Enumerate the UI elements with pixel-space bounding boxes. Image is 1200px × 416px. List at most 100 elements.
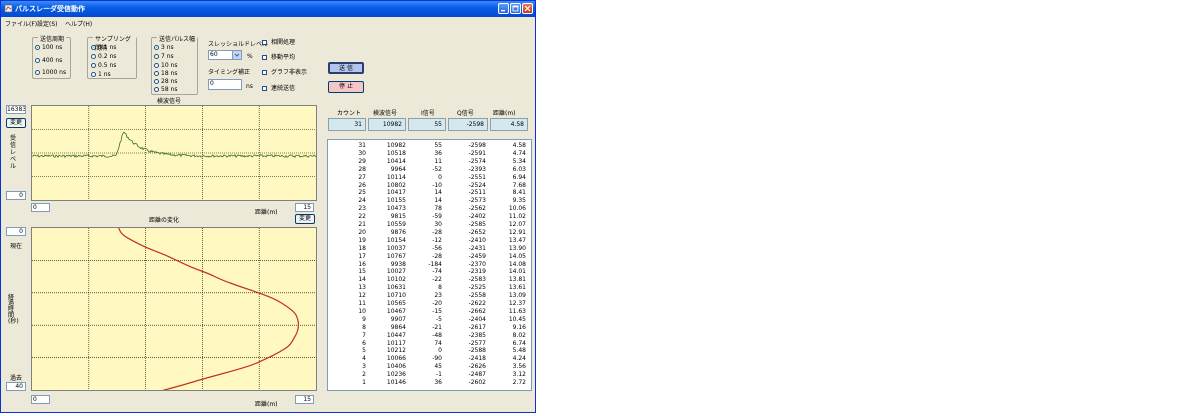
list-item[interactable]: 13 10631 8 -2525 13.61 — [328, 285, 531, 291]
col-header-detection: 検波信号 — [373, 110, 398, 117]
cell-detection: 9907 — [390, 315, 406, 323]
list-item[interactable]: 9 9907 -5 -2404 10.45 — [328, 315, 531, 323]
sampling-radio-0-1[interactable]: 0.1 ns — [91, 44, 116, 51]
list-item[interactable]: 7 10447 -48 -2385 8.02 — [328, 332, 531, 339]
detection-signal-chart — [31, 105, 317, 201]
menu-settings[interactable]: 設定(S) — [37, 19, 58, 28]
cell-detection: 10559 — [386, 221, 406, 228]
pulse-radio-10[interactable]: 10 ns — [154, 62, 177, 69]
list-item[interactable]: 31 10982 55 -2598 4.58 — [328, 143, 531, 149]
cell-distance: 13.61 — [508, 284, 526, 292]
chart1-change-button[interactable]: 変更 — [6, 118, 26, 128]
checkbox-icon — [262, 40, 267, 45]
minimize-button[interactable] — [498, 3, 509, 14]
cell-q: -2402 — [468, 213, 486, 221]
chart1-ymax-input[interactable]: 16383 — [6, 105, 26, 114]
cell-i: -21 — [432, 323, 442, 331]
list-item[interactable]: 10 10467 -15 -2662 11.63 — [328, 307, 531, 315]
cell-detection: 10155 — [386, 197, 406, 205]
list-item[interactable]: 29 10414 11 -2574 5.34 — [328, 158, 531, 165]
pulse-radio-18[interactable]: 18 ns — [154, 70, 177, 77]
maximize-button[interactable] — [510, 3, 521, 14]
list-item[interactable]: 14 10102 -22 -2583 13.81 — [328, 277, 531, 283]
list-item[interactable]: 18 10037 -56 -2431 13.90 — [328, 245, 531, 252]
menu-file[interactable]: ファイル(F) — [5, 19, 37, 28]
chart2-xmin-input[interactable]: 0 — [31, 395, 50, 404]
hide-graph-checkbox[interactable]: グラフ非表示 — [262, 67, 307, 76]
list-item[interactable]: 15 10027 -74 -2319 14.01 — [328, 269, 531, 275]
list-item[interactable]: 4 10066 -90 -2418 4.24 — [328, 356, 531, 362]
list-item[interactable]: 24 10155 14 -2573 9.35 — [328, 198, 531, 204]
history-list[interactable]: 31 10982 55 -2598 4.58 30 10518 36 -2591 4.74 29 10… — [327, 139, 532, 391]
list-item[interactable]: 25 10417 14 -2511 8.41 — [328, 190, 531, 196]
col-header-q: Q信号 — [457, 110, 474, 117]
cell-i: -52 — [432, 165, 442, 173]
cell-q: -2652 — [468, 228, 486, 236]
timing-input[interactable]: 0 — [208, 79, 242, 90]
list-item[interactable]: 20 9876 -28 -2652 12.91 — [328, 228, 531, 236]
chart2-xmax-input[interactable]: 15 — [295, 395, 314, 404]
list-item[interactable]: 19 10154 -12 -2410 13.47 — [328, 237, 531, 244]
moving-average-checkbox[interactable]: 移動平均 — [262, 52, 295, 61]
list-item[interactable]: 8 9864 -21 -2617 9.16 — [328, 323, 531, 331]
period-radio-1000[interactable]: 1000 ns — [35, 69, 66, 76]
cell-count: 31 — [358, 142, 366, 149]
list-item[interactable]: 17 10767 -28 -2459 14.05 — [328, 253, 531, 260]
stop-button[interactable]: 停 止 — [328, 81, 364, 93]
threshold-label: スレッショルドレベル — [208, 41, 269, 48]
cell-i: -74 — [432, 268, 442, 276]
close-button[interactable] — [522, 3, 533, 14]
list-item[interactable]: 2 10236 -1 -2487 3.12 — [328, 372, 531, 378]
current-q: -2598 — [448, 118, 488, 131]
list-item[interactable]: 1 10146 36 -2602 2.72 — [328, 380, 531, 386]
chart1-xmin-input[interactable]: 0 — [31, 203, 50, 212]
list-item[interactable]: 21 10559 30 -2585 12.07 — [328, 222, 531, 228]
list-item[interactable]: 3 10406 45 -2626 3.56 — [328, 364, 531, 370]
correlation-checkbox[interactable]: 相関処理 — [262, 37, 295, 46]
chart2-ybottom-input[interactable]: 40 — [6, 382, 26, 391]
continuous-send-checkbox[interactable]: 連続送信 — [262, 83, 295, 92]
list-item[interactable]: 6 10117 74 -2577 6.74 — [328, 340, 531, 347]
sampling-radio-0-5[interactable]: 0.5 ns — [91, 62, 116, 69]
chart1-xmax-input[interactable]: 15 — [295, 203, 314, 212]
period-radio-400[interactable]: 400 ns — [35, 57, 62, 64]
cell-q: -2662 — [468, 307, 486, 315]
pulse-radio-7[interactable]: 7 ns — [154, 53, 174, 60]
chevron-down-icon — [232, 51, 241, 59]
sampling-radio-0-2[interactable]: 0.2 ns — [91, 53, 116, 60]
cell-count: 13 — [358, 284, 366, 292]
chart2-ytop-input[interactable]: 0 — [6, 227, 26, 236]
menu-help[interactable]: ヘルプ(H) — [65, 19, 92, 28]
list-item[interactable]: 27 10114 0 -2551 6.94 — [328, 174, 531, 181]
list-item[interactable]: 28 9964 -52 -2393 6.03 — [328, 165, 531, 173]
app-icon — [4, 4, 13, 13]
threshold-select[interactable]: 60 — [208, 50, 242, 60]
list-item[interactable]: 11 10565 -20 -2622 12.37 — [328, 301, 531, 307]
send-button[interactable]: 送 信 — [328, 62, 364, 74]
cell-i: 8 — [438, 284, 442, 292]
list-item[interactable]: 22 9815 -59 -2402 11.02 — [328, 214, 531, 220]
list-item[interactable]: 26 10802 -10 -2524 7.68 — [328, 182, 531, 189]
cell-i: 14 — [434, 189, 442, 197]
chart1-ylabel: 受 信 レ ベ ル — [10, 135, 17, 170]
chart2-now-label: 現在 — [10, 243, 23, 250]
list-item[interactable]: 5 10212 0 -2588 5.48 — [328, 348, 531, 354]
cell-q: -2319 — [468, 268, 486, 276]
cell-detection: 10027 — [386, 268, 406, 276]
radio-icon — [154, 63, 159, 68]
cell-count: 2 — [362, 371, 366, 379]
list-item[interactable]: 23 10473 78 -2562 10.06 — [328, 206, 531, 212]
cell-q: -2617 — [468, 323, 486, 331]
sampling-radio-1[interactable]: 1 ns — [91, 71, 111, 78]
pulse-radio-28[interactable]: 28 ns — [154, 78, 177, 85]
chart1-ymin-input[interactable]: 0 — [6, 191, 26, 200]
cell-count: 3 — [362, 363, 366, 371]
chart1-change-button-2[interactable]: 変更 — [295, 214, 315, 224]
list-item[interactable]: 16 9938 -184 -2370 14.08 — [328, 261, 531, 268]
minimize-icon — [501, 10, 505, 12]
list-item[interactable]: 30 10518 36 -2591 4.74 — [328, 150, 531, 157]
period-radio-100[interactable]: 100 ns — [35, 44, 62, 51]
pulse-radio-3[interactable]: 3 ns — [154, 44, 174, 51]
list-item[interactable]: 12 10710 23 -2558 13.09 — [328, 293, 531, 299]
pulse-radio-58[interactable]: 58 ns — [154, 86, 177, 93]
